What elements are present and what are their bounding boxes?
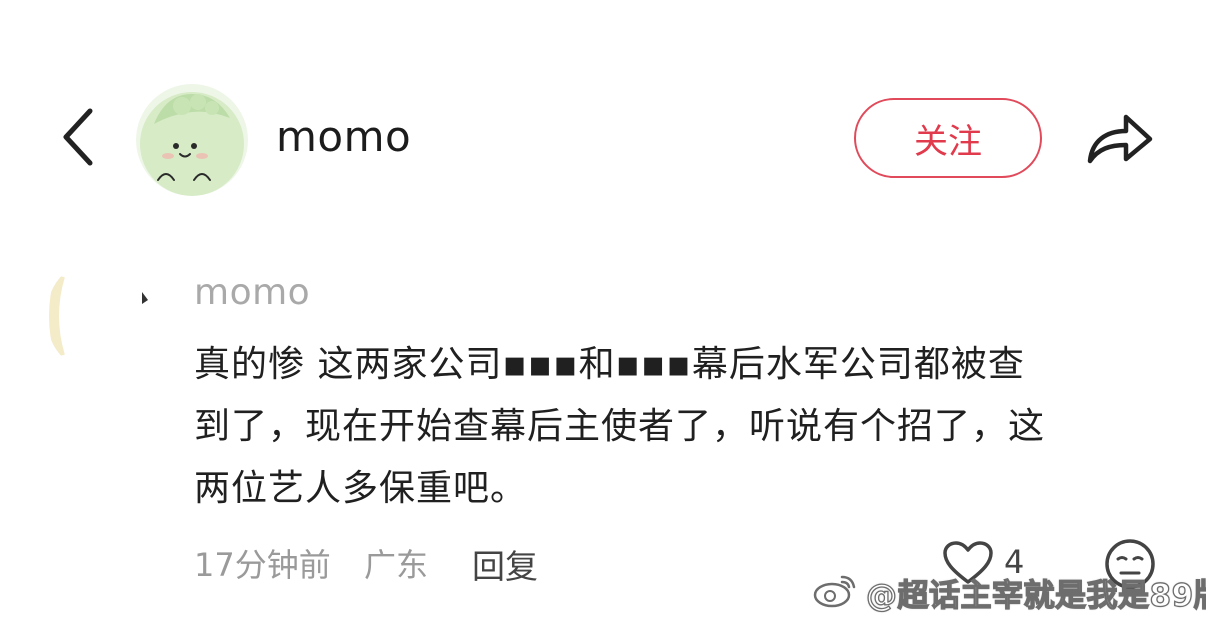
back-button[interactable]	[48, 104, 108, 174]
comment-line-2: 到了，现在开始查幕后主使者了，听说有个招了，这	[194, 406, 1046, 447]
comment-line-3: 两位艺人多保重吧。	[194, 468, 528, 509]
chevron-left-icon	[58, 105, 98, 173]
comment-line-1: 真的惨 这两家公司▪▪▪和▪▪▪幕后水军公司都被查	[194, 344, 1025, 385]
comment-text: 真的惨 这两家公司▪▪▪和▪▪▪幕后水军公司都被查 到了，现在开始查幕后主使者了…	[194, 334, 1164, 520]
follow-button[interactable]: 关注	[854, 98, 1042, 178]
comment-avatar-image	[46, 256, 166, 376]
share-button[interactable]	[1082, 104, 1158, 176]
weibo-watermark: @超话主宰就是我是89版	[812, 570, 1206, 614]
share-arrow-icon	[1084, 107, 1156, 173]
avatar[interactable]	[136, 84, 248, 196]
weibo-logo-icon	[812, 571, 858, 613]
comment-timestamp: 17分钟前	[194, 546, 331, 584]
reply-button[interactable]: 回复	[472, 540, 538, 588]
watermark-text: @超话主宰就是我是89版	[865, 577, 1206, 614]
comment-avatar[interactable]	[46, 256, 166, 376]
comment-location: 广东	[364, 546, 429, 584]
comment-author-name[interactable]: momo	[194, 272, 310, 313]
dino-avatar-image	[136, 84, 248, 196]
profile-username[interactable]: momo	[276, 112, 411, 161]
